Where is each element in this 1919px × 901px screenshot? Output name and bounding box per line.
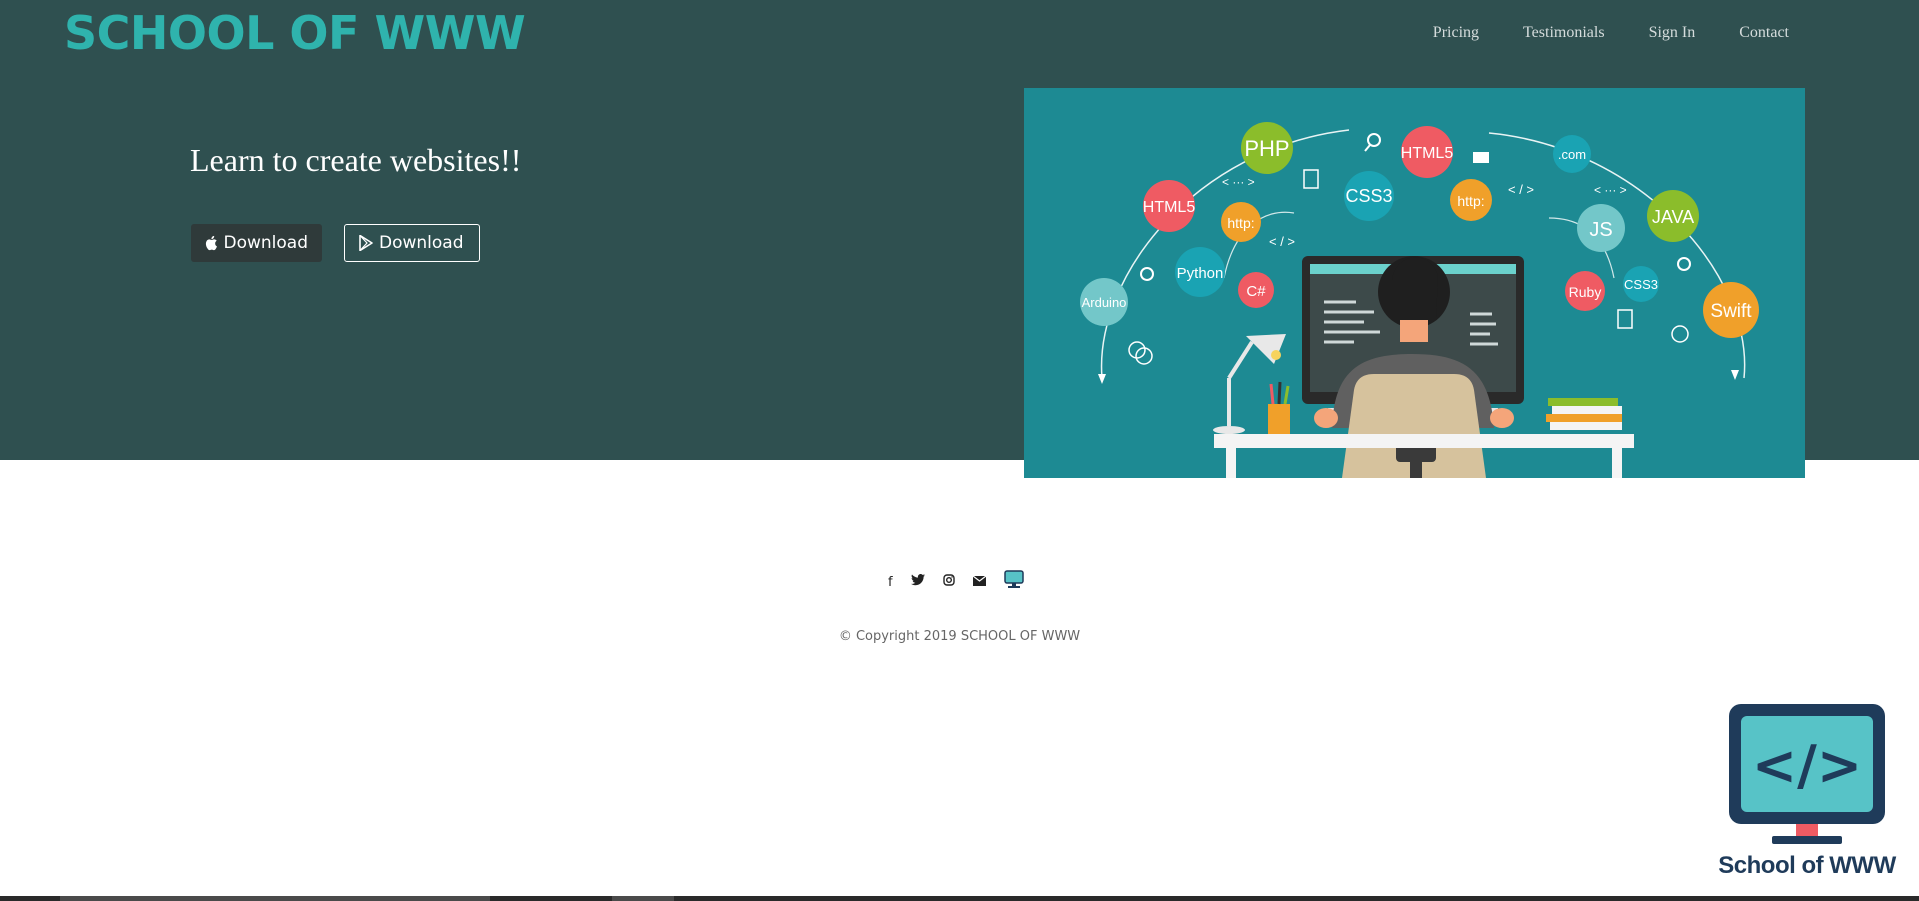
brand-title[interactable]: SCHOOL OF WWW [64,6,526,60]
svg-text:JAVA: JAVA [1652,207,1694,227]
tag-ellipsis-right: < ··· > [1594,183,1627,197]
logo-code-glyph: </> [1752,734,1862,797]
svg-text:Ruby: Ruby [1569,284,1602,300]
svg-text:Swift: Swift [1710,301,1752,322]
svg-text:http:: http: [1227,215,1254,231]
taskbar-strip [0,896,1919,901]
apple-icon [205,235,217,251]
copyright-text: © Copyright 2019 SCHOOL OF WWW [838,629,1081,644]
facebook-icon[interactable]: f [888,575,893,590]
svg-text:HTML5: HTML5 [1401,145,1454,162]
svg-text:Arduino: Arduino [1082,295,1127,310]
bubble-css3-center: CSS3 [1344,171,1394,221]
svg-text:C#: C# [1246,283,1266,300]
play-store-download-label: Download [379,233,464,253]
social-links: f [888,570,1024,594]
svg-text:CSS3: CSS3 [1624,277,1658,292]
bubble-css3-right: CSS3 [1623,266,1659,302]
email-icon[interactable] [972,575,986,590]
instagram-icon[interactable] [942,574,955,590]
bubble-html5-top: HTML5 [1401,126,1454,178]
logo-text: School of WWW [1718,852,1896,879]
bubble-java: JAVA [1647,190,1699,242]
bubble-php: PHP [1241,122,1293,174]
bubble-js: JS [1577,204,1625,252]
svg-text:Python: Python [1177,265,1224,282]
nav-link-pricing[interactable]: Pricing [1433,24,1479,42]
tag-ellipsis-left: < ··· > [1222,175,1255,189]
nav-link-contact[interactable]: Contact [1739,24,1789,42]
nav-link-testimonials[interactable]: Testimonials [1523,24,1605,42]
tag-slash-left: < / > [1269,234,1295,249]
app-store-download-button[interactable]: Download [191,224,322,262]
school-logo-icon[interactable] [1003,570,1024,594]
hero-illustration: PHP HTML5 HTML5 CSS3 http: http: Python [1024,88,1805,478]
bubble-dotcom: .com [1553,135,1591,173]
bubble-python: Python [1175,247,1225,297]
twitter-icon[interactable] [910,574,925,590]
svg-text:.com: .com [1558,147,1586,162]
bubble-swift: Swift [1703,282,1759,338]
svg-text:JS: JS [1589,219,1612,241]
nav-link-sign-in[interactable]: Sign In [1649,24,1696,42]
svg-text:http:: http: [1457,193,1484,209]
app-store-download-label: Download [223,233,308,253]
tag-slash-right: < / > [1508,182,1534,197]
google-play-icon [359,235,373,251]
bubble-http-left: http: [1221,202,1261,242]
bubble-http-right: http: [1450,179,1492,221]
play-store-download-button[interactable]: Download [344,224,480,262]
main-nav: Pricing Testimonials Sign In Contact [1433,24,1789,42]
bubble-html5-left: HTML5 [1143,180,1196,232]
hero-headline: Learn to create websites!! [190,142,522,178]
svg-text:CSS3: CSS3 [1345,186,1392,206]
svg-text:PHP: PHP [1244,136,1289,161]
svg-text:HTML5: HTML5 [1143,199,1196,216]
bubble-arduino: Arduino [1080,278,1128,326]
bubble-csharp: C# [1238,272,1274,308]
bubble-ruby: Ruby [1565,271,1605,311]
